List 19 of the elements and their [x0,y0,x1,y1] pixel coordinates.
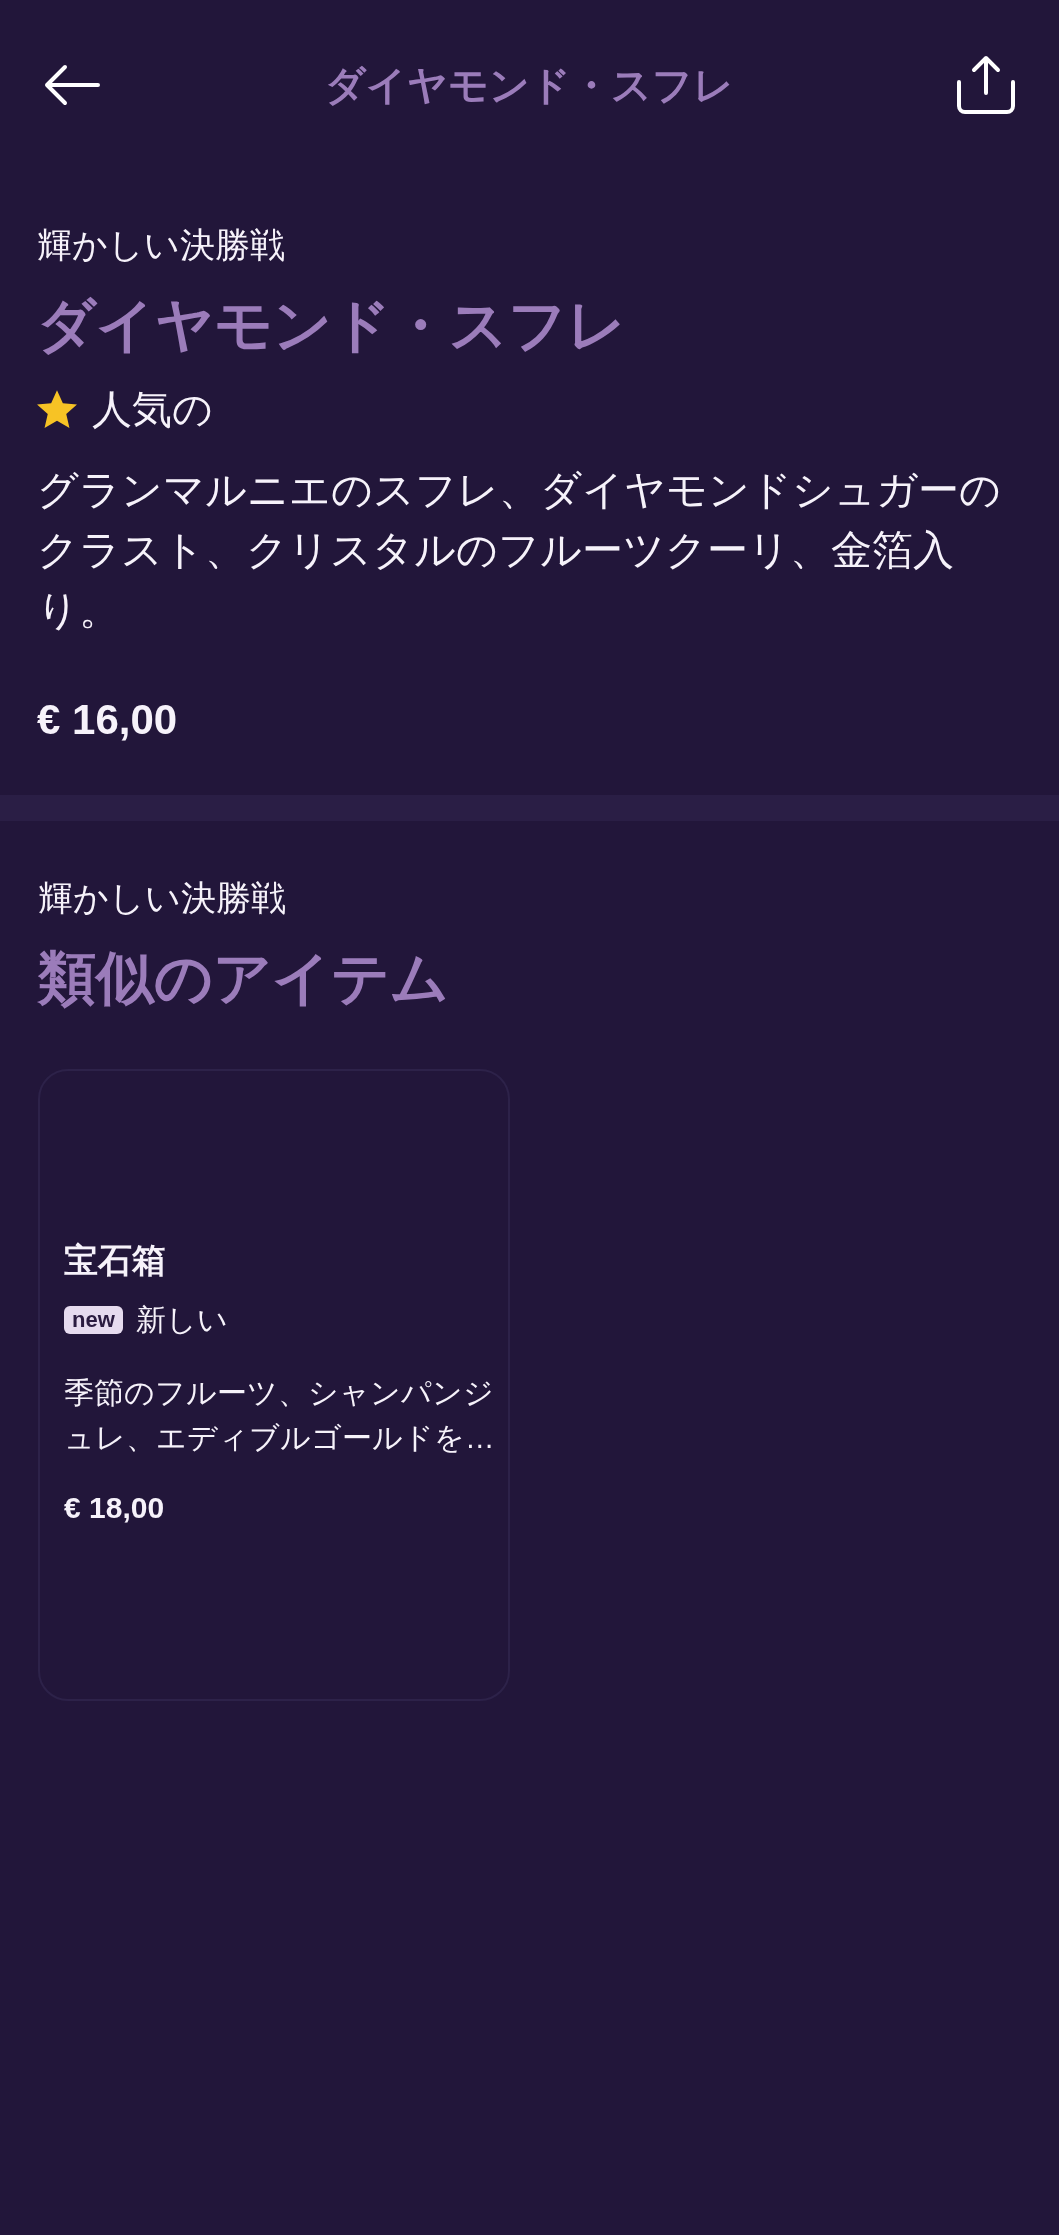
header-title: ダイヤモンド・スフレ [324,62,735,109]
card-description: 季節のフルーツ、シャンパンジュレ、エディブルゴールドを… [64,1375,496,1456]
tag-label: 新しい [135,1302,228,1338]
share-icon [956,55,1016,115]
card-price: € 18,00 [64,1490,166,1526]
section-title: 類似のアイテム [38,944,450,1012]
card-title: 宝石箱 [64,1240,167,1281]
share-button[interactable] [956,55,1016,115]
item-card[interactable]: 宝石箱 new 新しい 季節のフルーツ、シャンパンジュレ、エディブルゴールドを… € 18,00 [38,1069,510,1701]
item-description: グランマルニエのスフレ、ダイヤモンドシュガーのクラスト、クリスタルのフルーツクーリ、金箔入り。 [37,466,1002,635]
category-label: 輝かしい決勝戦 [37,224,286,266]
back-button[interactable] [43,64,101,106]
item-price: € 16,00 [37,695,179,745]
back-arrow-icon [43,64,101,106]
new-badge: new [64,1306,123,1334]
category-label: 輝かしい決勝戦 [38,877,287,919]
star-icon [37,390,77,428]
tag-label: 人気の [92,386,213,433]
item-title: ダイヤモンド・スフレ [37,291,627,359]
